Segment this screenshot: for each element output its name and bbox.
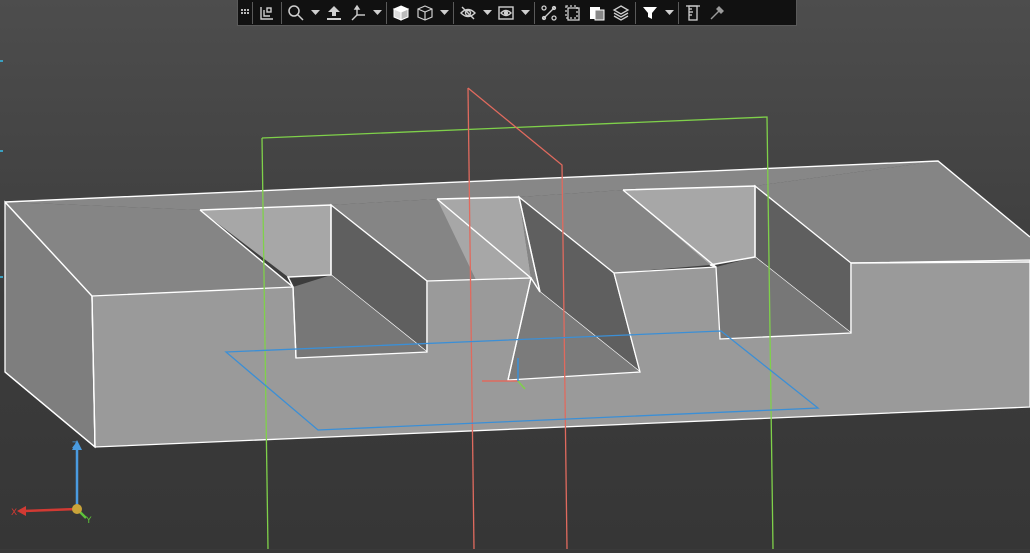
sketch-icon[interactable] (255, 2, 279, 24)
wireframe-cube-icon[interactable] (413, 2, 437, 24)
triad-x-label: X (11, 508, 17, 518)
shaded-cube-icon[interactable] (389, 2, 413, 24)
ruler-icon[interactable] (681, 2, 705, 24)
zoom-dropdown-icon[interactable] (308, 2, 322, 24)
hide-show-icon[interactable] (456, 2, 480, 24)
color-picker-icon[interactable] (705, 2, 729, 24)
filter-dropdown-icon[interactable] (662, 2, 676, 24)
model-scene[interactable]: X Y Z (0, 0, 1030, 549)
measure-icon[interactable] (537, 2, 561, 24)
coordinate-triad: X Y Z (11, 440, 92, 526)
layers-icon[interactable] (609, 2, 633, 24)
heads-up-view-toolbar (237, 0, 797, 26)
display-style-icon[interactable] (585, 2, 609, 24)
graphics-viewport[interactable]: X Y Z (0, 0, 1030, 549)
triad-z-label: Z (72, 441, 78, 451)
visibility-icon[interactable] (494, 2, 518, 24)
hide-show-dropdown-icon[interactable] (480, 2, 494, 24)
section-view-icon[interactable] (561, 2, 585, 24)
zoom-icon[interactable] (284, 2, 308, 24)
move-axis-dropdown-icon[interactable] (370, 2, 384, 24)
triad-y-label: Y (85, 516, 92, 526)
toolbar-grip-icon[interactable] (240, 4, 250, 22)
display-dropdown-icon[interactable] (437, 2, 451, 24)
filter-icon[interactable] (638, 2, 662, 24)
visibility-dropdown-icon[interactable] (518, 2, 532, 24)
view-orientation-icon[interactable] (322, 2, 346, 24)
move-axis-icon[interactable] (346, 2, 370, 24)
